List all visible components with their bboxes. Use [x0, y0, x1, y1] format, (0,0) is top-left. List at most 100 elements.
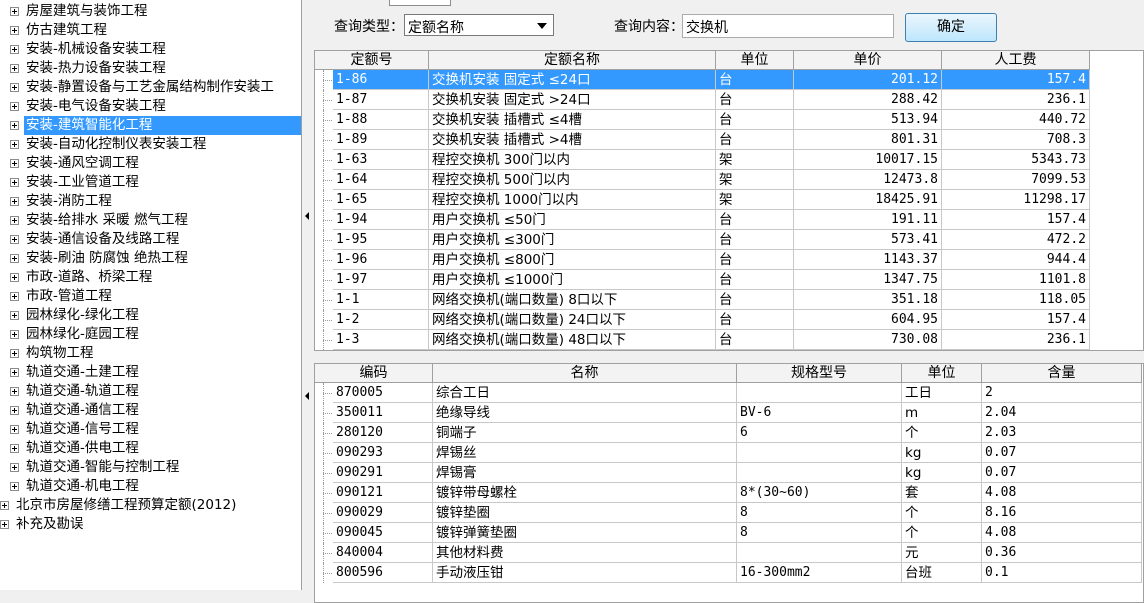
table-row[interactable]: 1-1 网络交换机(端口数量) 8口以下台 351.18 118.05: [315, 290, 1090, 310]
table-row[interactable]: 1-94 用户交换机 ≤50门台 191.11 157.4: [315, 210, 1090, 230]
column-header[interactable]: 名称: [433, 364, 737, 382]
tree-item[interactable]: 园林绿化-绿化工程: [0, 306, 301, 325]
tree-item[interactable]: 补充及勘误: [0, 515, 301, 534]
expand-plus-icon[interactable]: [10, 121, 19, 130]
expand-plus-icon[interactable]: [10, 254, 19, 263]
tree-item[interactable]: 安装-静置设备与工艺金属结构制作安装工: [0, 78, 301, 97]
expand-plus-icon[interactable]: [10, 368, 19, 377]
expand-plus-icon[interactable]: [10, 83, 19, 92]
query-content-input[interactable]: 交换机: [682, 14, 894, 38]
expand-plus-icon[interactable]: [10, 64, 19, 73]
tree-item[interactable]: 轨道交通-智能与控制工程: [0, 458, 301, 477]
table-row[interactable]: 1-95 用户交换机 ≤300门台 573.41 472.2: [315, 230, 1090, 250]
expand-plus-icon[interactable]: [10, 45, 19, 54]
tree-item[interactable]: 安装-机械设备安装工程: [0, 40, 301, 59]
expand-plus-icon[interactable]: [10, 159, 19, 168]
tree-item[interactable]: 安装-热力设备安装工程: [0, 59, 301, 78]
table-row[interactable]: 090029 镀锌垫圈 8 个 8.16: [315, 503, 1142, 523]
tree-item[interactable]: 轨道交通-轨道工程: [0, 382, 301, 401]
confirm-button[interactable]: 确定: [905, 13, 997, 42]
expand-plus-icon[interactable]: [10, 216, 19, 225]
tree-item[interactable]: 安装-刷油 防腐蚀 绝热工程: [0, 249, 301, 268]
table-row[interactable]: 1-3 网络交换机(端口数量) 48口以下台 730.08 236.1: [315, 330, 1090, 350]
tree-item[interactable]: 安装-给排水 采暖 燃气工程: [0, 211, 301, 230]
expand-plus-icon[interactable]: [10, 273, 19, 282]
table-row[interactable]: 800596 手动液压钳 16-300mm2 台班 0.1: [315, 563, 1142, 583]
tree-item[interactable]: 北京市房屋修缮工程预算定额(2012): [0, 496, 301, 515]
expand-plus-icon[interactable]: [10, 387, 19, 396]
column-header[interactable]: 单位: [716, 51, 794, 69]
table-row[interactable]: 1-87 交换机安装 固定式 >24口台 288.42 236.1: [315, 90, 1090, 110]
tree-item[interactable]: 安装-通风空调工程: [0, 154, 301, 173]
table-row[interactable]: 090121 镀锌带母螺栓 8*(30~60) 套 4.08: [315, 483, 1142, 503]
table-row[interactable]: 280120 铜端子 6 个 2.03: [315, 423, 1142, 443]
table-row[interactable]: 090293 焊锡丝 kg 0.07: [315, 443, 1142, 463]
table-row[interactable]: 1-65 程控交换机 1000门以内架 18425.91 11298.17: [315, 190, 1090, 210]
column-header[interactable]: 含量: [982, 364, 1142, 382]
expand-plus-icon[interactable]: [0, 501, 9, 510]
table-row[interactable]: 1-63 程控交换机 300门以内架 10017.15 5343.73: [315, 150, 1090, 170]
quota-table[interactable]: 定额号 定额名称 单位 单价 人工费 1-86 交换机安装 固定式 ≤24口台 201.12 1…: [314, 50, 1144, 351]
expand-plus-icon[interactable]: [10, 425, 19, 434]
category-tree[interactable]: 房屋建筑与装饰工程 仿古建筑工程 安装-机械设备安装工程 安装-热力设备安装工程 安装-…: [0, 0, 301, 590]
table-row[interactable]: 1-96 用户交换机 ≤800门台 1143.37 944.4: [315, 250, 1090, 270]
table-row[interactable]: 1-2 网络交换机(端口数量) 24口以下台 604.95 157.4: [315, 310, 1090, 330]
table-row[interactable]: 1-89 交换机安装 插槽式 >4槽台 801.31 708.3: [315, 130, 1090, 150]
table-row[interactable]: 350011 绝缘导线 BV-6 m 2.04: [315, 403, 1142, 423]
expand-plus-icon[interactable]: [10, 197, 19, 206]
expand-plus-icon[interactable]: [10, 102, 19, 111]
collapse-left-arrow-icon[interactable]: [305, 392, 309, 400]
tree-item[interactable]: 安装-通信设备及线路工程: [0, 230, 301, 249]
expand-plus-icon[interactable]: [10, 349, 19, 358]
tree-item[interactable]: 园林绿化-庭园工程: [0, 325, 301, 344]
material-table[interactable]: 编码 名称 规格型号 单位 含量 870005 综合工日 工日 2 350011 绝缘导线 BV-6 m…: [314, 363, 1144, 603]
tree-item[interactable]: 轨道交通-土建工程: [0, 363, 301, 382]
table-row[interactable]: 1-64 程控交换机 500门以内架 12473.8 7099.53: [315, 170, 1090, 190]
column-header[interactable]: 规格型号: [737, 364, 902, 382]
table-row[interactable]: 870005 综合工日 工日 2: [315, 383, 1142, 403]
table-row[interactable]: 1-97 用户交换机 ≤1000门台 1347.75 1101.8: [315, 270, 1090, 290]
expand-plus-icon[interactable]: [10, 330, 19, 339]
expand-plus-icon[interactable]: [0, 520, 9, 529]
expand-plus-icon[interactable]: [10, 444, 19, 453]
tree-item[interactable]: 安装-自动化控制仪表安装工程: [0, 135, 301, 154]
column-header[interactable]: 人工费: [942, 51, 1090, 69]
expand-plus-icon[interactable]: [10, 292, 19, 301]
tree-item[interactable]: 安装-建筑智能化工程: [0, 116, 301, 135]
expand-plus-icon[interactable]: [10, 26, 19, 35]
expand-plus-icon[interactable]: [10, 463, 19, 472]
tree-item[interactable]: 安装-工业管道工程: [0, 173, 301, 192]
collapse-left-arrow-icon[interactable]: [305, 212, 309, 220]
tree-item[interactable]: 安装-消防工程: [0, 192, 301, 211]
expand-plus-icon[interactable]: [10, 311, 19, 320]
expand-plus-icon[interactable]: [10, 235, 19, 244]
tree-item[interactable]: 轨道交通-供电工程: [0, 439, 301, 458]
column-header[interactable]: 单位: [902, 364, 982, 382]
tree-item[interactable]: 轨道交通-通信工程: [0, 401, 301, 420]
table-row[interactable]: 840004 其他材料费 元 0.36: [315, 543, 1142, 563]
tree-item[interactable]: 市政-管道工程: [0, 287, 301, 306]
top-tab[interactable]: [389, 0, 451, 6]
table-row[interactable]: 1-88 交换机安装 插槽式 ≤4槽台 513.94 440.72: [315, 110, 1090, 130]
expand-plus-icon[interactable]: [10, 482, 19, 491]
expand-plus-icon[interactable]: [10, 178, 19, 187]
tree-item[interactable]: 安装-电气设备安装工程: [0, 97, 301, 116]
tree-item[interactable]: 市政-道路、桥梁工程: [0, 268, 301, 287]
column-header[interactable]: 定额名称: [429, 51, 716, 69]
expand-plus-icon[interactable]: [10, 7, 19, 16]
tree-item[interactable]: 仿古建筑工程: [0, 21, 301, 40]
expand-plus-icon[interactable]: [10, 140, 19, 149]
tree-item[interactable]: 房屋建筑与装饰工程: [0, 2, 301, 21]
tree-item[interactable]: 轨道交通-机电工程: [0, 477, 301, 496]
chevron-down-icon[interactable]: [537, 23, 547, 29]
column-header[interactable]: 编码: [315, 364, 433, 382]
column-header[interactable]: 单价: [794, 51, 942, 69]
table-row[interactable]: 090291 焊锡膏 kg 0.07: [315, 463, 1142, 483]
tree-item[interactable]: 构筑物工程: [0, 344, 301, 363]
expand-plus-icon[interactable]: [10, 406, 19, 415]
panel-splitter[interactable]: [301, 0, 313, 590]
query-type-select[interactable]: 定额名称: [404, 14, 554, 36]
column-header[interactable]: 定额号: [315, 51, 429, 69]
tree-item[interactable]: 轨道交通-信号工程: [0, 420, 301, 439]
table-row[interactable]: 1-86 交换机安装 固定式 ≤24口台 201.12 157.4: [315, 70, 1090, 90]
